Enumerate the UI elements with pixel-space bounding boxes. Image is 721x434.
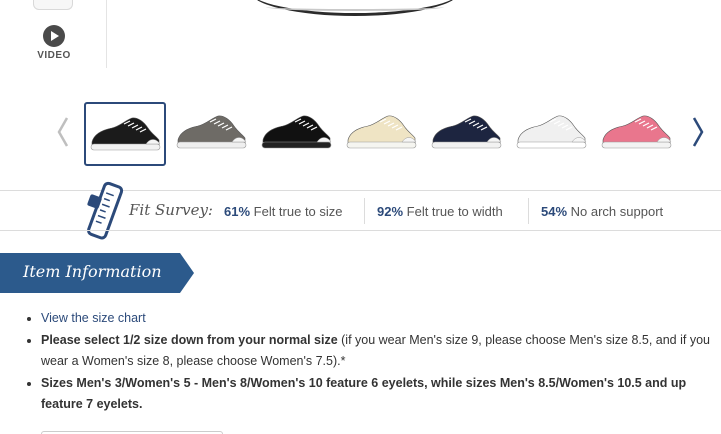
gallery-divider [106, 0, 107, 68]
sneaker-image [431, 115, 502, 149]
item-information-list: View the size chart Please select 1/2 si… [27, 308, 721, 415]
list-item: Sizes Men's 3/Women's 5 - Men's 8/Women'… [27, 373, 721, 415]
thumbnail-all-black[interactable] [257, 102, 339, 166]
sneaker-image [176, 115, 247, 149]
play-icon [43, 25, 65, 47]
list-item: View the size chart [27, 308, 721, 329]
video-button[interactable]: VIDEO [36, 25, 72, 61]
thumbnail-natural[interactable] [342, 102, 424, 166]
fit-stat-arch: 54% No arch support [541, 204, 664, 219]
item-information-title: Item Information [23, 262, 162, 281]
thumbnail-black[interactable] [84, 102, 166, 166]
chevron-right-icon [692, 117, 704, 147]
list-item: Please select 1/2 size down from your no… [27, 330, 721, 372]
thumbnail-white[interactable] [512, 102, 594, 166]
video-label: VIDEO [37, 50, 71, 61]
fit-separator [528, 198, 529, 224]
sneaker-image [90, 117, 161, 151]
tape-measure-icon [86, 181, 124, 240]
eyelet-info: Sizes Men's 3/Women's 5 - Men's 8/Women'… [41, 376, 687, 411]
fit-separator [364, 198, 365, 224]
fit-survey-title: Fit Survey: [129, 201, 213, 219]
thumbnail-pink[interactable] [597, 102, 679, 166]
sizing-advice-bold: Please select 1/2 size down from your no… [41, 333, 338, 347]
chevron-left-icon [57, 117, 69, 147]
main-product-image [250, 0, 460, 16]
thumbnail-charcoal[interactable] [172, 102, 254, 166]
carousel-prev-button[interactable] [56, 116, 70, 148]
thumbnail-navy[interactable] [427, 102, 509, 166]
item-information-banner: Item Information [0, 253, 194, 293]
sneaker-image [601, 115, 672, 149]
sneaker-image [346, 115, 417, 149]
sneaker-image [261, 115, 332, 149]
carousel-next-button[interactable] [691, 116, 705, 148]
fit-stat-width: 92% Felt true to width [377, 204, 503, 219]
top-thumbnail[interactable] [33, 0, 73, 10]
divider [0, 230, 721, 231]
fit-stat-size: 61% Felt true to size [224, 204, 343, 219]
sneaker-image [516, 115, 587, 149]
size-chart-link[interactable]: View the size chart [41, 311, 146, 325]
